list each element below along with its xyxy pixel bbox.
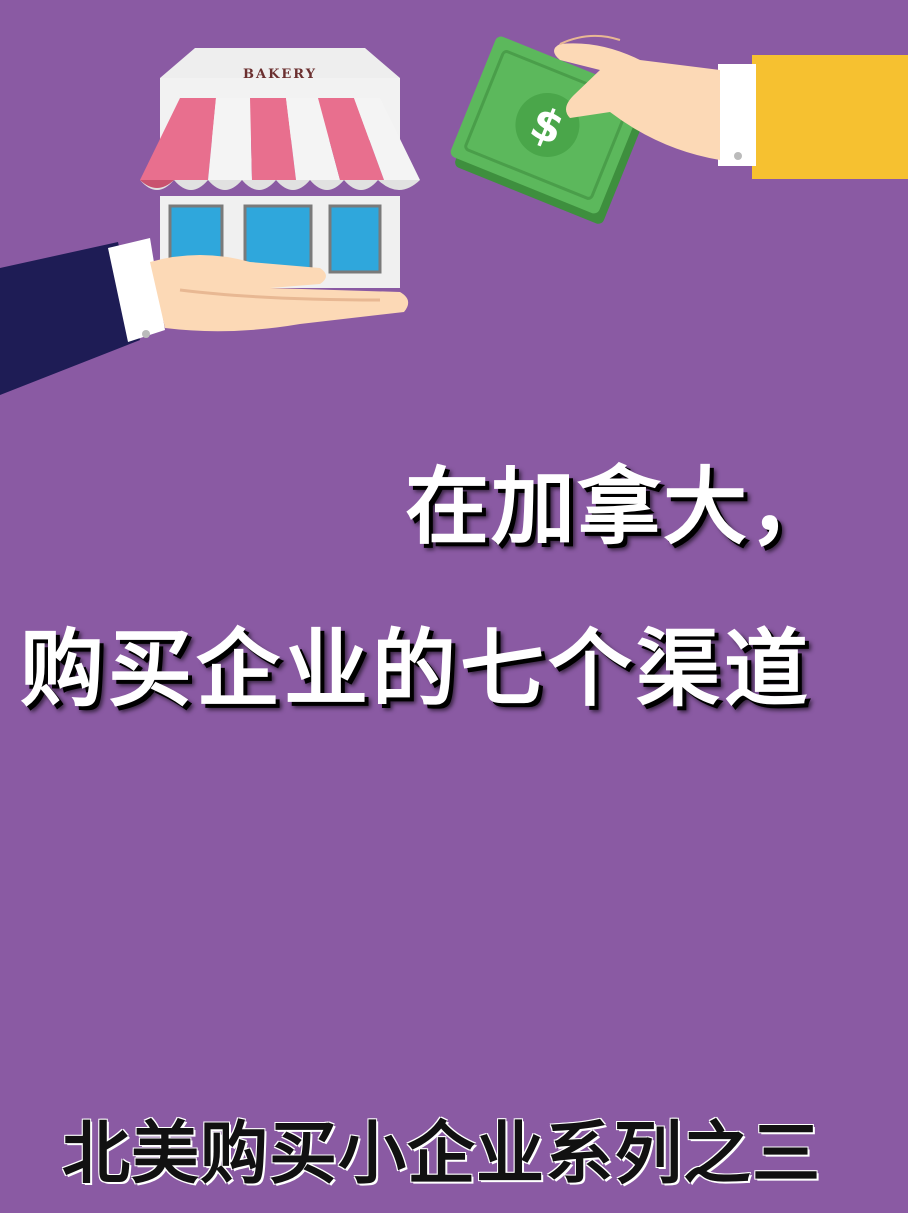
bakery-shop-icon: BAKERY [140,48,420,288]
awning [140,98,420,190]
bakery-sign-text: BAKERY [243,67,317,82]
series-label: 北美购买小企业系列之三 [62,1114,822,1194]
headline-line-2: 购买企业的七个渠道 [20,619,813,718]
business-purchase-illustration: BAKERY $ [0,34,908,395]
shop-window-right [328,204,382,274]
headline-line-1: 在加拿大， [405,457,836,556]
shop-door [243,204,313,274]
